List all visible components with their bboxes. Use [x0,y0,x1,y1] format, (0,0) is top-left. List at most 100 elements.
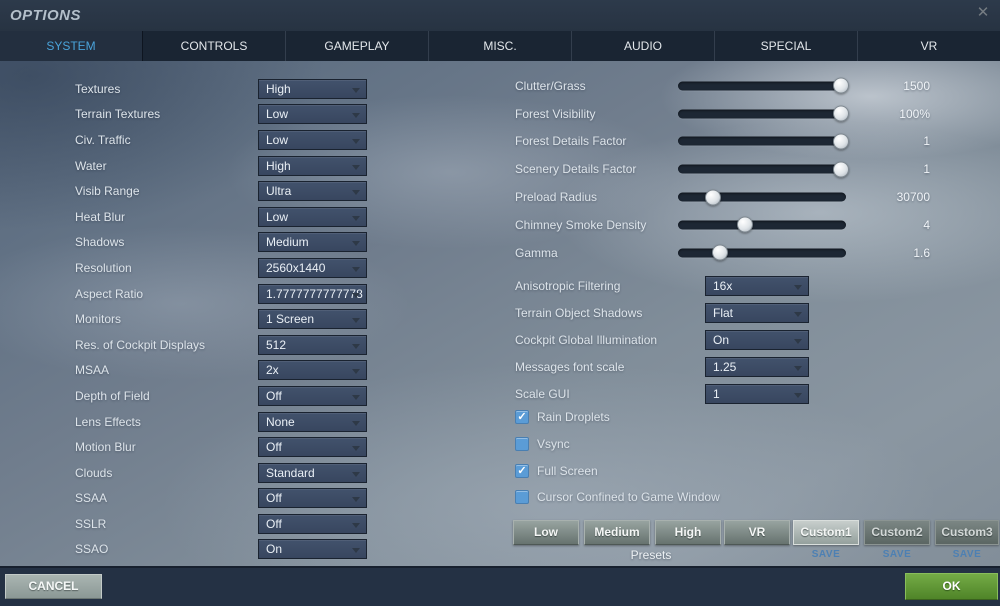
checked-checkbox[interactable]: ✓ [515,410,529,425]
tab-audio[interactable]: AUDIO [572,31,715,61]
dropdown-value: 2x [266,363,279,378]
unchecked-checkbox[interactable] [515,437,529,452]
setting-row-terrain-object-shadows: Terrain Object Shadows Flat [500,300,1000,327]
chevron-down-icon [352,343,360,349]
preset-medium-button[interactable]: Medium [584,520,650,545]
slider-track-forest-visibility[interactable] [678,105,849,122]
slider-handle[interactable] [832,133,849,150]
slider-handle[interactable] [705,189,722,206]
slider-track-scenery-details-factor[interactable] [678,161,849,178]
slider-value: 1 [923,162,930,177]
unchecked-checkbox[interactable] [515,490,529,505]
dropdown-monitors[interactable]: 1 Screen [258,309,367,330]
dropdown-motion-blur[interactable]: Off [258,437,367,458]
slider-track-gamma[interactable] [678,244,846,261]
save-custom2-link[interactable]: SAVE [864,549,930,560]
preset-custom1-button[interactable]: Custom1 [793,520,859,545]
chevron-down-icon [352,266,360,272]
setting-label: SSLR [75,516,107,531]
slider-handle[interactable] [832,77,849,94]
checkbox-column: ✓ Rain Droplets Vsync ✓ Full Screen Curs… [500,404,1000,511]
checkbox-label: Vsync [537,437,570,452]
slider-handle[interactable] [737,216,754,233]
chevron-down-icon [352,369,360,375]
tab-controls[interactable]: CONTROLS [143,31,286,61]
dropdown-textures[interactable]: High [258,78,367,99]
dropdown-shadows[interactable]: Medium [258,232,367,253]
dropdown-anisotropic-filtering[interactable]: 16x [705,276,809,297]
slider-row-forest-details-factor: Forest Details Factor 1 [500,128,1000,156]
dropdown-scale-gui[interactable]: 1 [705,383,809,404]
dropdown-lens-effects[interactable]: None [258,411,367,432]
tab-system[interactable]: SYSTEM [0,31,143,61]
save-custom3-link[interactable]: SAVE [934,549,1000,560]
setting-row-anisotropic-filtering: Anisotropic Filtering 16x [500,273,1000,300]
dropdown-visib-range[interactable]: Ultra [258,181,367,202]
dropdown-sslr[interactable]: Off [258,513,367,534]
dropdown-value: Low [266,107,289,122]
preset-high-button[interactable]: High [655,520,721,545]
cancel-button[interactable]: CANCEL [5,574,102,599]
preset-vr-button[interactable]: VR [724,520,790,545]
slider-track-chimney-smoke-density[interactable] [678,216,846,233]
chevron-down-icon [794,392,802,398]
chevron-down-icon [352,215,360,221]
dropdown-msaa[interactable]: 2x [258,360,367,381]
save-custom1-link[interactable]: SAVE [793,549,859,560]
setting-row-messages-font-scale: Messages font scale 1.25 [500,353,1000,380]
dropdown-civ-traffic[interactable]: Low [258,129,367,150]
setting-label: Terrain Object Shadows [515,306,643,321]
ok-button[interactable]: OK [905,573,998,600]
slider-track-forest-details-factor[interactable] [678,133,849,150]
dropdown-heat-blur[interactable]: Low [258,206,367,227]
dropdown-water[interactable]: High [258,155,367,176]
tab-vr[interactable]: VR [858,31,1000,61]
chevron-down-icon [352,548,360,554]
preset-custom3-button[interactable]: Custom3 [935,520,999,545]
dropdown-terrain-textures[interactable]: Low [258,104,367,125]
close-icon[interactable]: ✕ [974,4,992,22]
dropdown-resolution[interactable]: 2560x1440 [258,257,367,278]
slider-track-preload-radius[interactable] [678,189,846,206]
tab-gameplay[interactable]: GAMEPLAY [286,31,429,61]
dropdown-terrain-object-shadows[interactable]: Flat [705,303,809,324]
preset-custom2-button[interactable]: Custom2 [864,520,930,545]
slider-handle[interactable] [712,244,728,261]
slider-value: 30700 [896,190,930,205]
slider-track-clutter-grass[interactable] [678,77,849,94]
setting-row-lens-effects: Lens Effects None [0,409,500,435]
setting-label: Motion Blur [75,440,136,455]
setting-label: SSAO [75,542,109,557]
setting-row-cockpit-global-illumination: Cockpit Global Illumination On [500,327,1000,354]
dropdown-value: 1.25 [713,359,737,374]
dropdown-depth-of-field[interactable]: Off [258,385,367,406]
tab-misc[interactable]: MISC. [429,31,572,61]
dropdown-value: Low [266,209,289,224]
slider-label: Forest Visibility [515,106,596,121]
tab-special[interactable]: SPECIAL [715,31,858,61]
graphics-settings-column: Textures High Terrain Textures Low Civ. … [0,76,500,562]
slider-label: Scenery Details Factor [515,162,637,177]
chevron-down-icon [352,446,360,452]
dropdown-res-of-cockpit-displays[interactable]: 512 [258,334,367,355]
setting-label: Anisotropic Filtering [515,279,621,294]
dropdown-ssao[interactable]: On [258,539,367,560]
slider-handle[interactable] [832,161,849,178]
chevron-down-icon [352,394,360,400]
dropdown-ssaa[interactable]: Off [258,488,367,509]
slider-label: Gamma [515,245,558,260]
dropdown-value: Medium [266,235,309,250]
dropdown-cockpit-global-illumination[interactable]: On [705,329,809,350]
slider-handle[interactable] [832,105,849,122]
setting-row-textures: Textures High [0,76,500,102]
dropdown-aspect-ratio[interactable]: 1.7777777777778 [258,283,367,304]
chevron-down-icon [352,113,360,119]
chevron-down-icon [352,318,360,324]
dropdown-clouds[interactable]: Standard [258,462,367,483]
dropdown-messages-font-scale[interactable]: 1.25 [705,356,809,377]
checked-checkbox[interactable]: ✓ [515,463,529,478]
setting-row-sslr: SSLR Off [0,511,500,537]
setting-label: Civ. Traffic [75,132,131,147]
chevron-down-icon [352,164,360,170]
preset-low-button[interactable]: Low [513,520,579,545]
